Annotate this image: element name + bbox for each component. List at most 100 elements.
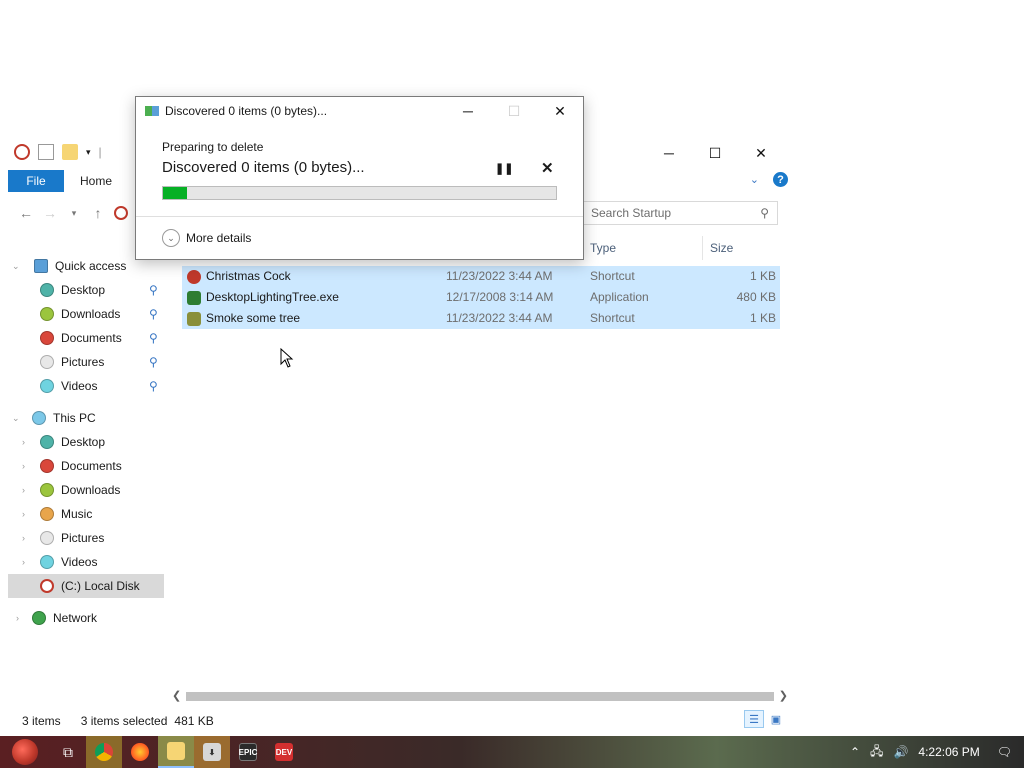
epic-games-icon: EPIC — [239, 743, 257, 761]
details-view-icon[interactable]: ☰ — [744, 710, 764, 728]
sidebar-item-pc-pictures[interactable]: › Pictures — [0, 526, 168, 550]
up-arrow-icon[interactable]: ↑ — [86, 205, 110, 221]
column-size[interactable]: Size — [710, 241, 733, 255]
tab-home[interactable]: Home — [64, 170, 128, 192]
new-folder-icon[interactable] — [62, 144, 78, 160]
location-ornament-icon — [114, 206, 128, 220]
sidebar-item-documents[interactable]: Documents ⚲ — [0, 326, 168, 350]
start-button[interactable] — [0, 736, 50, 768]
expand-chevron-icon[interactable]: › — [22, 557, 25, 567]
toolbar-divider: | — [98, 145, 102, 159]
start-icon — [12, 739, 38, 765]
minimize-button[interactable]: ─ — [646, 142, 692, 164]
selection-size: 481 KB — [174, 714, 214, 728]
chevron-down-icon: ⌄ — [162, 229, 180, 247]
pin-icon[interactable]: ⚲ — [149, 355, 158, 369]
file-operation-icon — [145, 106, 159, 116]
sidebar-item-videos[interactable]: Videos ⚲ — [0, 374, 168, 398]
file-explorer-icon — [167, 742, 185, 760]
expand-chevron-icon[interactable]: › — [22, 437, 25, 447]
dialog-close-button[interactable]: ✕ — [537, 101, 583, 121]
volume-icon[interactable]: 🔊 — [888, 745, 913, 759]
installer-icon: ⬇ — [203, 743, 221, 761]
show-hidden-icons-icon[interactable]: ⌃ — [845, 745, 865, 759]
sidebar-item-label: This PC — [53, 411, 96, 425]
sidebar-item-pc-downloads[interactable]: › Downloads — [0, 478, 168, 502]
scroll-right-icon[interactable]: ❯ — [779, 689, 788, 702]
help-icon[interactable]: ? — [773, 172, 788, 187]
search-icon: ⚲ — [760, 206, 769, 220]
pin-icon[interactable]: ⚲ — [149, 283, 158, 297]
expand-chevron-icon[interactable]: › — [22, 533, 25, 543]
expand-chevron-icon[interactable]: › — [22, 509, 25, 519]
notifications-icon[interactable]: 🗨 — [985, 745, 1024, 759]
table-row[interactable]: Smoke some tree 11/23/2022 3:44 AM Short… — [182, 308, 780, 329]
ornament-icon — [40, 483, 54, 497]
clock[interactable]: 4:22:06 PM — [913, 745, 984, 759]
ornament-icon — [40, 507, 54, 521]
horizontal-scrollbar[interactable]: ❮ ❯ — [168, 688, 792, 705]
close-button[interactable]: ✕ — [738, 142, 784, 164]
table-row[interactable]: DesktopLightingTree.exe 12/17/2008 3:14 … — [182, 287, 780, 308]
taskbar: ⧉ ⬇ EPIC DEV ⌃ 🖧 🔊 4:22:06 PM 🗨 — [0, 736, 1024, 768]
more-details-button[interactable]: ⌄ More details — [162, 229, 251, 247]
dialog-minimize-button[interactable]: ─ — [445, 101, 491, 121]
tab-file[interactable]: File — [8, 170, 64, 192]
file-date: 11/23/2022 3:44 AM — [446, 269, 553, 283]
network-icon[interactable]: 🖧 — [865, 742, 888, 763]
firefox-button[interactable] — [122, 736, 158, 768]
sidebar-item-pc-documents[interactable]: › Documents — [0, 454, 168, 478]
sidebar-item-pc-music[interactable]: › Music — [0, 502, 168, 526]
chrome-button[interactable] — [86, 736, 122, 768]
back-arrow-icon[interactable]: ← — [14, 205, 38, 221]
customize-toolbar-icon[interactable]: ▾ — [86, 147, 91, 158]
installer-button[interactable]: ⬇ — [194, 736, 230, 768]
cancel-button[interactable]: ✕ — [541, 159, 554, 177]
search-input[interactable]: Search Startup ⚲ — [582, 201, 778, 225]
sidebar-item-local-disk[interactable]: (C:) Local Disk — [8, 574, 164, 598]
expand-chevron-icon[interactable]: ⌄ — [12, 413, 20, 424]
sidebar-item-pictures[interactable]: Pictures ⚲ — [0, 350, 168, 374]
file-explorer-button[interactable] — [158, 736, 194, 768]
sidebar-item-desktop[interactable]: Desktop ⚲ — [0, 278, 168, 302]
expand-chevron-icon[interactable]: › — [22, 485, 25, 495]
devcpp-icon: DEV — [275, 743, 293, 761]
sidebar-item-pc-videos[interactable]: › Videos — [0, 550, 168, 574]
pin-icon[interactable]: ⚲ — [149, 331, 158, 345]
ornament-icon[interactable] — [14, 144, 30, 160]
window-controls: ─ ☐ ✕ — [646, 142, 784, 164]
scrollbar-thumb[interactable] — [186, 692, 774, 701]
sidebar-item-network[interactable]: › Network — [0, 606, 168, 630]
ornament-icon — [40, 355, 54, 369]
sidebar-item-label: Documents — [61, 459, 122, 473]
column-type[interactable]: Type — [590, 241, 616, 255]
table-row[interactable]: Christmas Cock 11/23/2022 3:44 AM Shortc… — [182, 266, 780, 287]
tree-shortcut-icon — [187, 311, 201, 326]
devcpp-button[interactable]: DEV — [266, 736, 302, 768]
properties-icon[interactable] — [38, 144, 54, 160]
expand-chevron-icon[interactable]: › — [22, 461, 25, 471]
sidebar-item-label: Quick access — [55, 259, 127, 273]
scroll-left-icon[interactable]: ❮ — [172, 689, 181, 702]
file-size: 1 KB — [749, 311, 776, 325]
large-icons-view-icon[interactable]: ▣ — [766, 710, 786, 728]
dialog-window-controls: ─ ☐ ✕ — [445, 101, 583, 121]
task-view-button[interactable]: ⧉ — [50, 736, 86, 768]
pause-button[interactable]: ❚❚ — [495, 162, 513, 175]
file-type: Application — [590, 290, 649, 304]
expand-ribbon-icon[interactable]: ⌄ — [750, 173, 759, 186]
expand-chevron-icon[interactable]: ⌄ — [12, 261, 20, 272]
sidebar-item-downloads[interactable]: Downloads ⚲ — [0, 302, 168, 326]
pin-icon[interactable]: ⚲ — [149, 307, 158, 321]
recent-locations-icon[interactable]: ▾ — [62, 208, 86, 219]
sidebar-item-pc-desktop[interactable]: › Desktop — [0, 430, 168, 454]
file-size: 1 KB — [749, 269, 776, 283]
epic-games-button[interactable]: EPIC — [230, 736, 266, 768]
forward-arrow-icon[interactable]: → — [38, 205, 62, 221]
expand-chevron-icon[interactable]: › — [16, 613, 19, 623]
dialog-maximize-button: ☐ — [507, 102, 521, 119]
maximize-button[interactable]: ☐ — [692, 142, 738, 164]
progress-fill — [163, 187, 187, 199]
sidebar-item-this-pc[interactable]: ⌄ This PC — [0, 406, 168, 430]
pin-icon[interactable]: ⚲ — [149, 379, 158, 393]
